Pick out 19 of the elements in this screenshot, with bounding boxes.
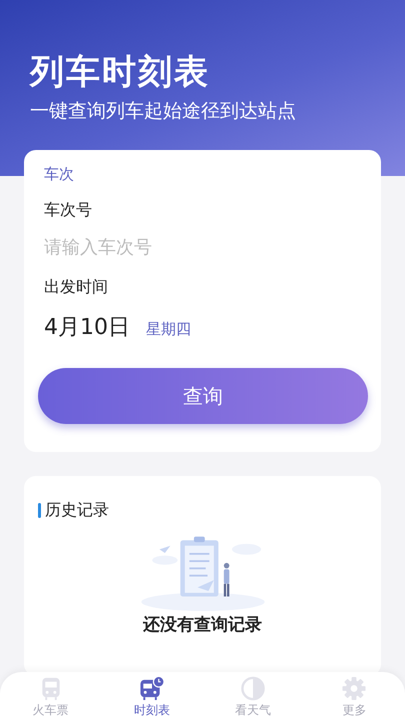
page-title: 列车时刻表 bbox=[30, 51, 210, 94]
field-label: 车次号 bbox=[44, 200, 92, 221]
half-circle-icon bbox=[240, 676, 266, 701]
empty-message: 还没有查询记录 bbox=[143, 614, 262, 636]
accent-bar bbox=[38, 503, 41, 518]
history-title: 历史记录 bbox=[45, 500, 109, 521]
train-number-field[interactable]: 请输入车次号 bbox=[44, 233, 365, 261]
tab-item[interactable]: 看天气 bbox=[202, 672, 304, 720]
tab-item[interactable]: 时刻表 bbox=[101, 672, 202, 720]
section-label: 车次 bbox=[44, 165, 74, 184]
gear-icon bbox=[341, 676, 368, 701]
page-subtitle: 一键查询列车起始途径到达站点 bbox=[30, 99, 296, 124]
field-label: 出发时间 bbox=[44, 277, 108, 298]
weekday-text: 星期四 bbox=[146, 320, 191, 339]
tab-item[interactable]: 更多 bbox=[304, 672, 405, 720]
bus-clock-icon bbox=[138, 676, 166, 701]
tab-item[interactable]: 火车票 bbox=[0, 672, 102, 720]
query-button[interactable]: 查询 bbox=[38, 368, 368, 424]
date-value[interactable]: 4月10日 bbox=[44, 312, 130, 342]
